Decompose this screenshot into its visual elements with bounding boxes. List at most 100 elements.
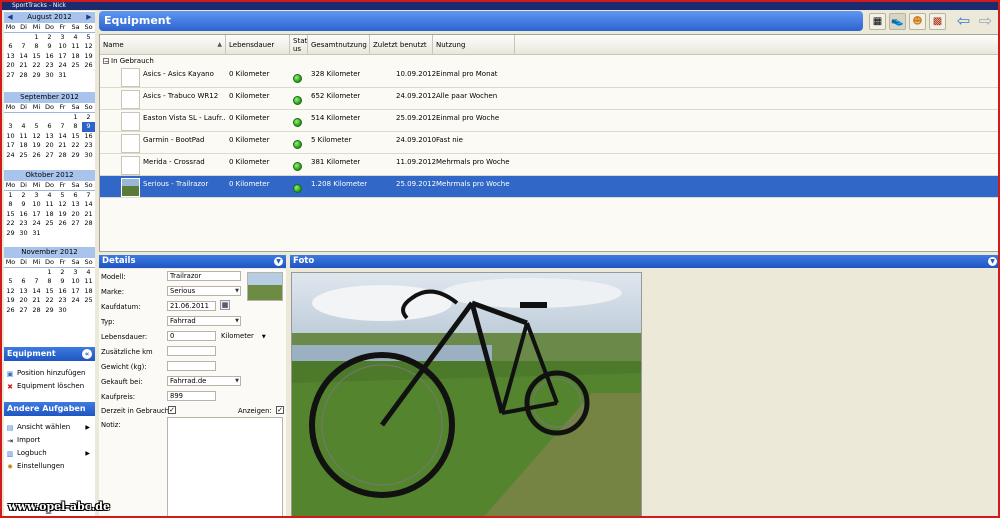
calendar-day[interactable]: 5	[56, 191, 69, 201]
calendar-day[interactable]: 20	[43, 141, 56, 151]
calendar-day[interactable]: 30	[56, 306, 69, 316]
calendar-day[interactable]: 13	[69, 200, 82, 210]
collapse-group-icon[interactable]: −	[103, 58, 109, 65]
calendar-day[interactable]: 15	[4, 210, 17, 220]
calendar-day[interactable]: 16	[17, 210, 30, 220]
calendar-day[interactable]: 29	[4, 229, 17, 239]
gebrauch-checkbox[interactable]: ✓	[168, 406, 176, 414]
table-row[interactable]: Easton Vista SL - Laufr... 0 Kilometer 514…	[100, 110, 998, 132]
calendar-day[interactable]: 10	[4, 132, 17, 142]
kaufdatum-field[interactable]: 21.06.2011	[167, 301, 216, 311]
calendar-day[interactable]: 5	[30, 122, 43, 132]
calendar-day[interactable]: 2	[17, 191, 30, 201]
calendar-day[interactable]: 27	[43, 151, 56, 161]
calendar-day[interactable]: 24	[30, 219, 43, 229]
calendar-day[interactable]: 3	[30, 191, 43, 201]
column-header-zuletzt[interactable]: Zuletzt benutzt	[370, 35, 433, 55]
calendar-day[interactable]: 22	[69, 141, 82, 151]
person-icon[interactable]: ☻	[909, 13, 926, 30]
calendar-day[interactable]: 24	[69, 296, 82, 306]
calendar-day[interactable]: 9	[43, 42, 56, 52]
calendar-day[interactable]: 8	[43, 277, 56, 287]
calendar-day[interactable]: 12	[82, 42, 95, 52]
calendar-day[interactable]: 24	[4, 151, 17, 161]
calendar-day[interactable]: 21	[82, 210, 95, 220]
back-arrow-icon[interactable]: ⇦	[955, 13, 972, 30]
calendar-day[interactable]: 22	[4, 219, 17, 229]
calendar-day[interactable]: 6	[43, 122, 56, 132]
calendar-day[interactable]: 17	[4, 141, 17, 151]
calendar-day[interactable]: 26	[4, 306, 17, 316]
modell-field[interactable]: Trailrazor	[167, 271, 241, 281]
calendar-day[interactable]: 28	[56, 151, 69, 161]
calendar-day[interactable]: 11	[43, 200, 56, 210]
task-settings[interactable]: ✹ Einstellungen	[4, 460, 95, 473]
calendar-day[interactable]: 22	[30, 61, 43, 71]
calendar-day[interactable]: 6	[17, 277, 30, 287]
calendar-day[interactable]: 4	[43, 191, 56, 201]
table-row[interactable]: Serious - Trailrazor 0 Kilometer 1.208 Kil…	[100, 176, 998, 198]
calendar-day[interactable]: 19	[56, 210, 69, 220]
calendar-day[interactable]: 3	[4, 122, 17, 132]
calendar-day[interactable]: 4	[82, 268, 95, 278]
calendar-day[interactable]: 14	[30, 287, 43, 297]
calendar-day[interactable]: 25	[69, 61, 82, 71]
bike-photo[interactable]	[291, 272, 642, 516]
calendar-day[interactable]: 25	[82, 296, 95, 306]
calendar-day[interactable]: 10	[56, 42, 69, 52]
group-row[interactable]: − In Gebrauch	[100, 56, 998, 66]
calendar-day[interactable]: 19	[4, 296, 17, 306]
calendar-day[interactable]: 13	[43, 132, 56, 142]
calendar-day[interactable]: 5	[82, 33, 95, 43]
column-header-lebensdauer[interactable]: Lebensdauer	[226, 35, 290, 55]
calendar-day[interactable]: 31	[56, 71, 69, 81]
calendar-day[interactable]: 12	[4, 287, 17, 297]
calendar-day[interactable]: 20	[17, 296, 30, 306]
calendar-day[interactable]: 29	[43, 306, 56, 316]
calendar-day[interactable]: 6	[4, 42, 17, 52]
calendar-day[interactable]: 9	[17, 200, 30, 210]
table-row[interactable]: Asics - Trabuco WR12 0 Kilometer 652 Kilom…	[100, 88, 998, 110]
calendar-day[interactable]: 1	[69, 113, 82, 123]
equipment-tasks-header[interactable]: Equipment «	[4, 347, 95, 361]
calendar-day[interactable]: 13	[17, 287, 30, 297]
column-header-nutzung[interactable]: Nutzung	[433, 35, 515, 55]
lebensdauer-field[interactable]: 0	[167, 331, 216, 341]
calendar-day[interactable]: 18	[43, 210, 56, 220]
calendar-day[interactable]: 9	[82, 122, 95, 132]
kaufpreis-field[interactable]: 899	[167, 391, 216, 401]
calendar-day[interactable]: 30	[82, 151, 95, 161]
calendar-day[interactable]: 17	[69, 287, 82, 297]
calendar-day[interactable]: 4	[69, 33, 82, 43]
calendar-day[interactable]: 15	[30, 52, 43, 62]
table-row[interactable]: Asics - Asics Kayano 0 Kilometer 328 Kilom…	[100, 66, 998, 88]
calendar-day[interactable]: 1	[4, 191, 17, 201]
calendar-day[interactable]: 17	[56, 52, 69, 62]
calendar-day[interactable]: 25	[17, 151, 30, 161]
calendar-day[interactable]: 28	[17, 71, 30, 81]
calendar-day[interactable]: 27	[4, 71, 17, 81]
calendar-day[interactable]: 12	[30, 132, 43, 142]
calendar-day[interactable]: 11	[17, 132, 30, 142]
calendar-day[interactable]: 25	[43, 219, 56, 229]
calendar-day[interactable]: 23	[43, 61, 56, 71]
table-row[interactable]: Garmin - BootPad 0 Kilometer 5 Kilometer 24…	[100, 132, 998, 154]
task-add-position[interactable]: ▣ Position hinzufügen	[4, 367, 95, 380]
calendar-day[interactable]: 28	[30, 306, 43, 316]
calendar-day[interactable]: 26	[30, 151, 43, 161]
equipment-thumbnail[interactable]	[247, 272, 283, 301]
calendar-day[interactable]: 2	[56, 268, 69, 278]
calendar-icon[interactable]: ▩	[929, 13, 946, 30]
shoe-icon[interactable]: 👟	[889, 13, 906, 30]
calendar-day[interactable]: 26	[82, 61, 95, 71]
calendar-day[interactable]: 21	[30, 296, 43, 306]
calendar-day[interactable]: 5	[4, 277, 17, 287]
calendar-day[interactable]: 14	[17, 52, 30, 62]
anzeigen-checkbox[interactable]: ✓	[276, 406, 284, 414]
column-header-gesamtnutzung[interactable]: Gesamtnutzung	[308, 35, 370, 55]
task-logbook[interactable]: ▥ Logbuch ▶	[4, 447, 95, 460]
typ-select[interactable]: Fahrrad ▼	[167, 316, 241, 326]
calendar-day[interactable]: 14	[56, 132, 69, 142]
calendar-day[interactable]: 2	[82, 113, 95, 123]
calendar-day[interactable]: 12	[56, 200, 69, 210]
